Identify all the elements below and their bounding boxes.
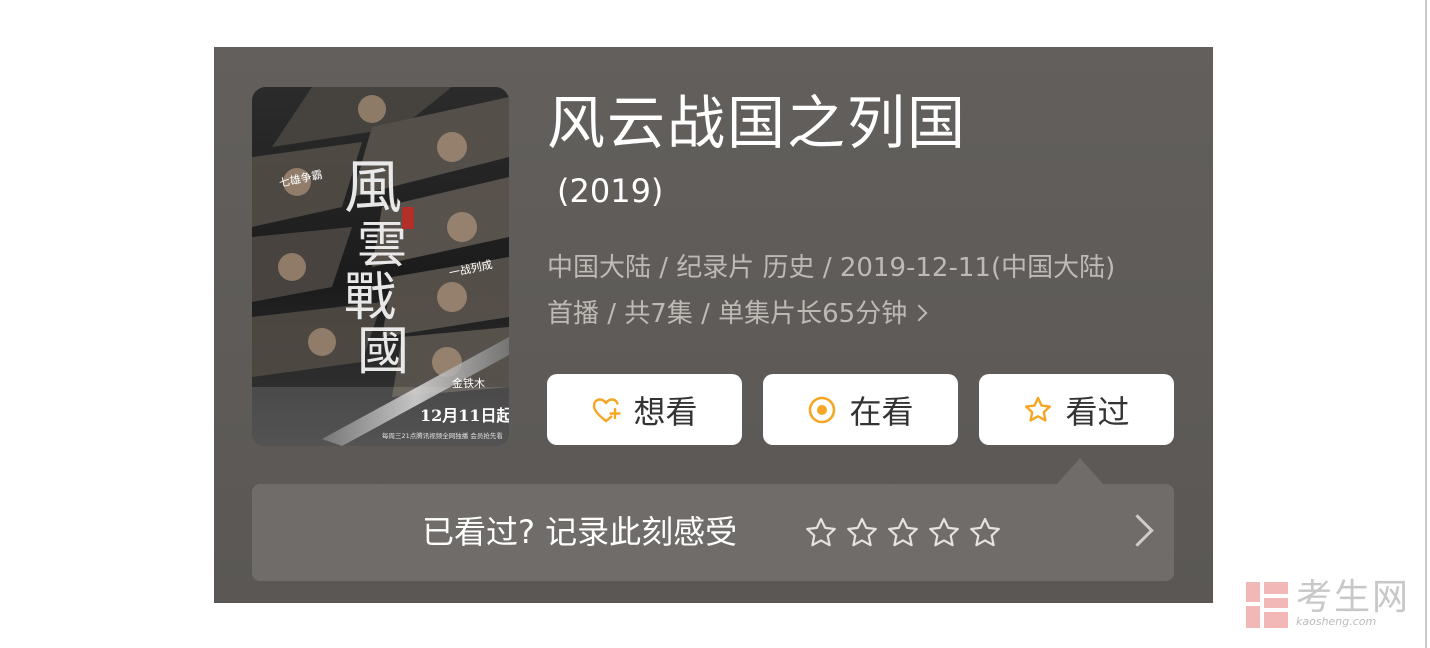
- meta-line-2-text: 首播 / 共7集 / 单集片长65分钟: [547, 299, 908, 329]
- poster-name-text: 金铁木: [452, 376, 485, 390]
- poster-char-4: 國: [357, 322, 409, 382]
- target-circle-icon: [809, 396, 836, 423]
- movie-meta[interactable]: 中国大陆 / 纪录片 历史 / 2019-12-11(中国大陆) 首播 / 共7…: [547, 245, 1187, 337]
- poster-release-text: 12月11日起: [420, 406, 509, 425]
- want-to-watch-label: 想看: [633, 392, 698, 431]
- meta-line-2: 首播 / 共7集 / 单集片长65分钟: [547, 291, 1187, 337]
- watermark-url: kaosheng.com: [1296, 615, 1377, 628]
- want-to-watch-button[interactable]: 想看: [547, 374, 742, 445]
- chevron-right-icon[interactable]: [1121, 514, 1154, 547]
- poster-char-1: 風: [344, 153, 402, 221]
- rating-star-1-icon[interactable]: [803, 515, 839, 551]
- rating-prompt: 已看过? 记录此刻感受: [422, 513, 738, 551]
- page: “ ” 風 雲 戰 國 七雄争霸 一战列成 金铁木 12月11日起 每周三21点…: [0, 0, 1430, 648]
- watching-label: 在看: [849, 392, 914, 431]
- watermark: 考生网 kaosheng.com: [1246, 577, 1416, 632]
- movie-title: 风云战国之列国: [547, 89, 968, 157]
- rating-bar[interactable]: 已看过? 记录此刻感受: [252, 484, 1174, 581]
- watched-button[interactable]: 看过: [979, 374, 1174, 445]
- watching-button[interactable]: 在看: [763, 374, 958, 445]
- page-edge-rule: [1425, 0, 1427, 648]
- poster-bottom-text: 每周三21点腾讯视频全网独播 会员抢先看: [382, 431, 503, 440]
- poster-char-2: 雲: [357, 216, 407, 274]
- rating-star-4-icon[interactable]: [926, 515, 962, 551]
- star-outline-icon: [1025, 396, 1052, 422]
- meta-line-1: 中国大陆 / 纪录片 历史 / 2019-12-11(中国大陆): [547, 253, 1116, 283]
- rating-star-5-icon[interactable]: [967, 515, 1003, 551]
- movie-year: (2019): [557, 172, 664, 210]
- rating-star-2-icon[interactable]: [844, 515, 880, 551]
- watermark-logo-icon: [1246, 582, 1288, 628]
- movie-poster[interactable]: 風 雲 戰 國 七雄争霸 一战列成 金铁木 12月11日起 每周三21点腾讯视频…: [252, 87, 509, 446]
- watermark-text: 考生网: [1296, 577, 1411, 618]
- heart-plus-icon: [593, 397, 622, 422]
- poster-artwork: 風 雲 戰 國 七雄争霸 一战列成 金铁木 12月11日起 每周三21点腾讯视频…: [252, 87, 509, 446]
- watched-label: 看过: [1065, 392, 1130, 431]
- movie-card: 風 雲 戰 國 七雄争霸 一战列成 金铁木 12月11日起 每周三21点腾讯视频…: [214, 47, 1213, 603]
- rating-pointer-arrow: [1056, 458, 1104, 485]
- chevron-right-icon: [910, 304, 928, 322]
- poster-char-3: 戰: [344, 268, 396, 328]
- rating-stars[interactable]: [803, 515, 1003, 551]
- rating-star-3-icon[interactable]: [885, 515, 921, 551]
